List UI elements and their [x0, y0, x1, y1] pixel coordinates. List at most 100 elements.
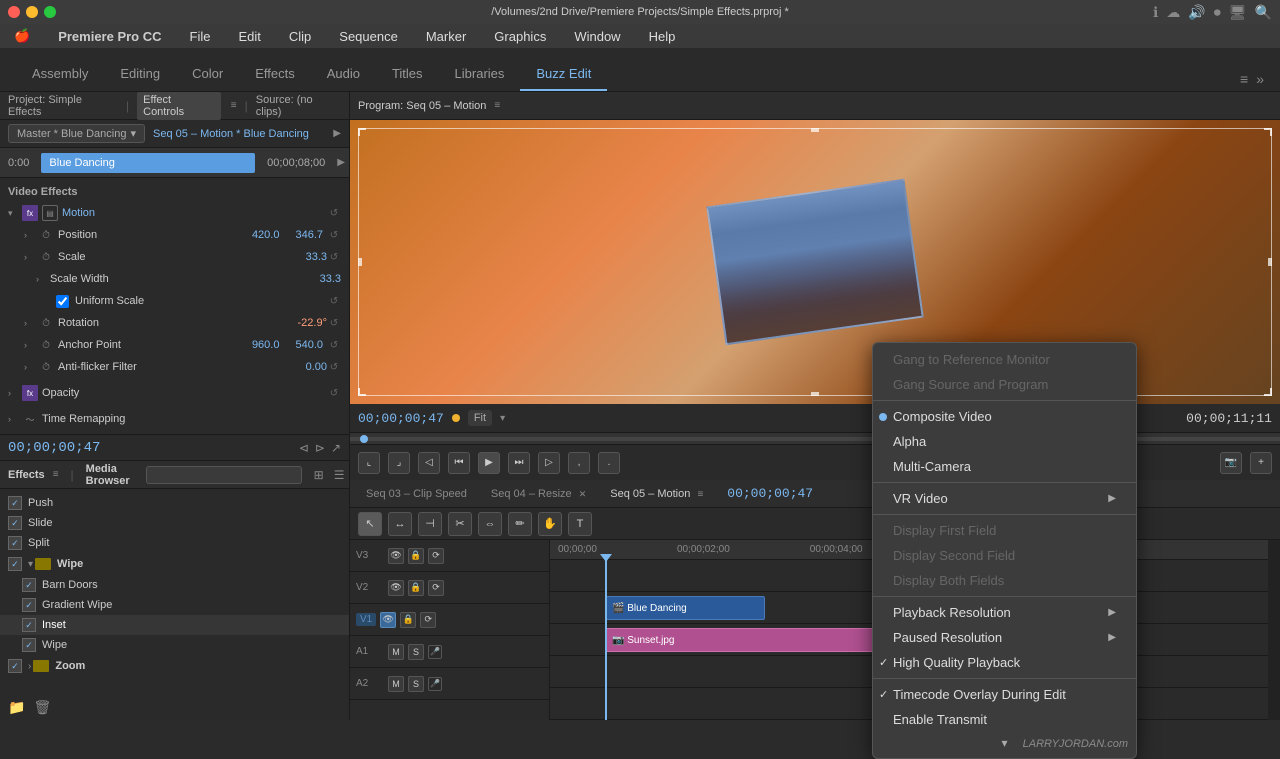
anchor-y-value[interactable]: 540.0: [295, 339, 323, 351]
pm-scrubber-handle[interactable]: [360, 435, 368, 443]
tab-buzz-edit[interactable]: Buzz Edit: [520, 58, 607, 91]
timeline-playhead[interactable]: [605, 560, 607, 720]
play-stop-button[interactable]: ▶: [478, 452, 500, 474]
v1-visibility[interactable]: 👁: [380, 612, 396, 628]
uniform-scale-checkbox[interactable]: [56, 295, 69, 308]
go-to-in-button[interactable]: ◁: [418, 452, 440, 474]
antiflicker-expand[interactable]: ›: [24, 362, 38, 372]
mark-in-button[interactable]: ⌞: [358, 452, 380, 474]
cm-item-vr-video[interactable]: VR Video ▶: [873, 486, 1136, 511]
insert-button[interactable]: ,: [568, 452, 590, 474]
timeline-tab-seq05[interactable]: Seq 05 – Motion ≡: [602, 484, 711, 504]
timeline-tab-seq04[interactable]: Seq 04 – Resize ✕: [483, 484, 594, 504]
position-row[interactable]: › ⏱ Position 420.0 346.7 ↺: [0, 224, 349, 246]
camera-button[interactable]: 📷: [1220, 452, 1242, 474]
motion-reset-icon[interactable]: ↺: [327, 206, 341, 220]
list-item[interactable]: Wipe: [0, 635, 349, 655]
tab-color[interactable]: Color: [176, 58, 239, 91]
razor-tool[interactable]: ✂: [448, 512, 472, 536]
scale-row[interactable]: › ⏱ Scale 33.3 ↺: [0, 246, 349, 268]
effect-controls-tab[interactable]: Effect Controls: [137, 92, 221, 120]
workspace-expand-icon[interactable]: ≡: [1240, 71, 1248, 87]
sequence-menu[interactable]: Sequence: [333, 27, 404, 46]
minimize-button[interactable]: [26, 6, 38, 18]
timeline-clip-blue-dancing[interactable]: 🎬 Blue Dancing: [605, 596, 765, 620]
wipe-checkbox[interactable]: [8, 557, 22, 571]
clip-master-selector[interactable]: Master * Blue Dancing ▾: [8, 124, 145, 143]
timeline-menu-icon[interactable]: ≡: [697, 489, 703, 500]
scale-expand-icon[interactable]: ›: [24, 252, 38, 262]
position-x-value[interactable]: 420.0: [252, 229, 280, 241]
step-back-button[interactable]: ⏮: [448, 452, 470, 474]
effects-icon-grid[interactable]: ⊞: [314, 468, 324, 482]
track-select-tool[interactable]: ↔: [388, 512, 412, 536]
media-browser-tab[interactable]: Media Browser: [86, 463, 130, 487]
split-checkbox[interactable]: [8, 536, 22, 550]
tab-editing[interactable]: Editing: [104, 58, 176, 91]
pm-timecode-left[interactable]: 00;00;00;47: [358, 411, 444, 426]
help-menu[interactable]: Help: [643, 27, 682, 46]
pm-fit-label[interactable]: Fit: [468, 410, 492, 426]
tab-titles[interactable]: Titles: [376, 58, 439, 91]
v3-sync[interactable]: ⟳: [428, 548, 444, 564]
overwrite-button[interactable]: .: [598, 452, 620, 474]
timecode-value[interactable]: 00;00;00;47: [8, 440, 100, 456]
anchor-reset[interactable]: ↺: [327, 338, 341, 352]
rotation-value[interactable]: -22.9°: [298, 317, 327, 329]
push-checkbox[interactable]: [8, 496, 22, 510]
new-folder-icon[interactable]: 📁: [8, 699, 25, 716]
motion-expand-icon[interactable]: ▾: [8, 208, 22, 219]
center-handle-t[interactable]: [811, 128, 819, 132]
gradient-wipe-checkbox[interactable]: [22, 598, 36, 612]
go-to-out-button[interactable]: ▷: [538, 452, 560, 474]
wipe-folder[interactable]: ▾ Wipe: [0, 553, 349, 575]
tab-libraries[interactable]: Libraries: [439, 58, 521, 91]
position-expand-icon[interactable]: ›: [24, 230, 38, 240]
antiflicker-value[interactable]: 0.00: [306, 361, 327, 373]
v2-lock[interactable]: 🔒: [408, 580, 424, 596]
apple-menu[interactable]: 🍎: [8, 26, 36, 46]
corner-handle-bl[interactable]: [358, 388, 366, 396]
list-item[interactable]: Gradient Wipe: [0, 595, 349, 615]
pen-tool[interactable]: ✏: [508, 512, 532, 536]
v3-visibility[interactable]: 👁: [388, 548, 404, 564]
corner-handle-br[interactable]: [1264, 388, 1272, 396]
corner-handle-tl[interactable]: [358, 128, 366, 136]
step-fwd-button[interactable]: ⏭: [508, 452, 530, 474]
delete-icon[interactable]: 🗑: [33, 699, 51, 716]
opacity-reset[interactable]: ↺: [327, 386, 341, 400]
cm-item-multicam[interactable]: Multi-Camera: [873, 454, 1136, 479]
opacity-expand[interactable]: ›: [8, 388, 22, 398]
uniform-scale-reset[interactable]: ↺: [327, 294, 341, 308]
export-icon[interactable]: ↗: [331, 441, 341, 455]
wipe-item-checkbox[interactable]: [22, 638, 36, 652]
search-icon[interactable]: 🔍: [1255, 4, 1272, 21]
center-handle-l[interactable]: [358, 258, 362, 266]
effect-controls-menu-icon[interactable]: ≡: [231, 100, 237, 111]
seq04-close-icon[interactable]: ✕: [579, 489, 587, 499]
timeline-timecode[interactable]: 00;00;00;47: [727, 486, 813, 501]
mark-out-button[interactable]: ⌟: [388, 452, 410, 474]
effects-icon-list[interactable]: ☰: [334, 468, 345, 482]
rotation-reset[interactable]: ↺: [327, 316, 341, 330]
inset-checkbox[interactable]: [22, 618, 36, 632]
tab-audio[interactable]: Audio: [311, 58, 376, 91]
v2-visibility[interactable]: 👁: [388, 580, 404, 596]
slip-tool[interactable]: ⇔: [478, 512, 502, 536]
effects-search-input[interactable]: [146, 466, 302, 484]
center-handle-r[interactable]: [1268, 258, 1272, 266]
a1-solo[interactable]: S: [408, 644, 424, 660]
antiflicker-row[interactable]: › ⏱ Anti-flicker Filter 0.00 ↺: [0, 356, 349, 378]
selection-tool[interactable]: ↖: [358, 512, 382, 536]
slide-checkbox[interactable]: [8, 516, 22, 530]
timeline-scrollbar[interactable]: [1268, 540, 1280, 720]
pm-scrubber[interactable]: [350, 432, 1280, 444]
type-tool[interactable]: T: [568, 512, 592, 536]
add-button[interactable]: +: [1250, 452, 1272, 474]
cm-item-paused-res[interactable]: Paused Resolution ▶: [873, 625, 1136, 650]
zoom-checkbox[interactable]: [8, 659, 22, 673]
play-back-icon[interactable]: ⊲: [299, 441, 309, 455]
hand-tool[interactable]: ✋: [538, 512, 562, 536]
position-y-value[interactable]: 346.7: [295, 229, 323, 241]
scale-width-row[interactable]: › Scale Width 33.3: [0, 268, 349, 290]
